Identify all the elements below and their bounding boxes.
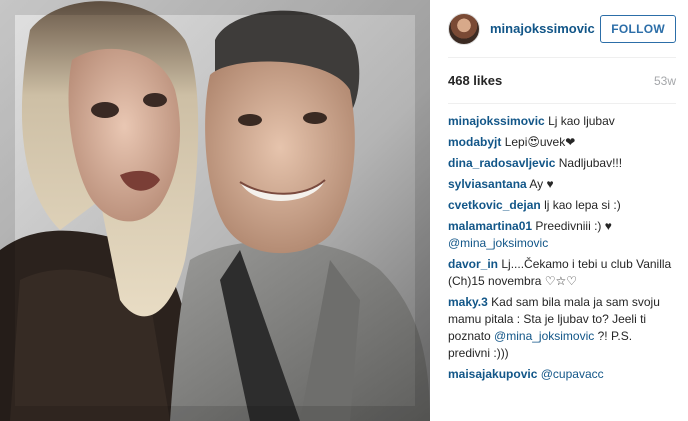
comment-item: maisajakupovic @cupavacc	[448, 366, 676, 383]
comment-username[interactable]: maisajakupovic	[448, 367, 537, 381]
comment-username[interactable]: cvetkovic_dejan	[448, 198, 541, 212]
comment-username[interactable]: maky.3	[448, 295, 488, 309]
comment-username[interactable]: minajokssimovic	[448, 114, 545, 128]
comment-text: Lj kao ljubav	[548, 114, 615, 128]
follow-button[interactable]: FOLLOW	[600, 14, 676, 43]
comment-username[interactable]: sylviasantana	[448, 177, 527, 191]
comment-item: minajokssimovic Lj kao ljubav	[448, 113, 676, 130]
comment-item: cvetkovic_dejan lj kao lepa si :)	[448, 197, 676, 214]
comment-text: lj kao lepa si :)	[544, 198, 621, 212]
comment-text: Nadljubav!!!	[558, 156, 623, 170]
comment-mention[interactable]: @mina_joksimovic	[494, 329, 594, 343]
comment-mention[interactable]: @mina_joksimovic	[448, 236, 548, 250]
post-header: minajokssimovic FOLLOW	[448, 0, 676, 58]
instagram-post: minajokssimovic FOLLOW 468 likes 53w min…	[0, 0, 688, 421]
comment-item: davor_in Lj....Čekamo i tebi u club Vani…	[448, 256, 676, 290]
comment-username[interactable]: malamartina01	[448, 219, 532, 233]
post-timestamp[interactable]: 53w	[654, 74, 676, 88]
comment-text: Ay ♥	[529, 177, 554, 191]
comment-username[interactable]: modabyjt	[448, 135, 501, 149]
selfie-image	[0, 0, 430, 421]
likes-count[interactable]: 468 likes	[448, 73, 502, 88]
comment-item: maky.3 Kad sam bila mala ja sam svoju ma…	[448, 294, 676, 362]
comment-item: sylviasantana Ay ♥	[448, 176, 676, 193]
comment-username[interactable]: dina_radosavljevic	[448, 156, 555, 170]
comment-text: Lepi😍uvek❤	[504, 135, 576, 149]
comment-text: Preedivniii :) ♥	[535, 219, 612, 233]
post-meta: 468 likes 53w	[448, 58, 676, 104]
comment-item: modabyjt Lepi😍uvek❤	[448, 134, 676, 151]
comment-mention[interactable]: @cupavacc	[541, 367, 604, 381]
avatar[interactable]	[448, 12, 480, 45]
post-photo[interactable]	[0, 0, 430, 421]
comments-list: minajokssimovic Lj kao ljubav modabyjt L…	[448, 104, 676, 383]
post-username[interactable]: minajokssimovic	[490, 21, 600, 36]
comment-username[interactable]: davor_in	[448, 257, 498, 271]
post-sidebar: minajokssimovic FOLLOW 468 likes 53w min…	[430, 0, 688, 421]
comment-item: malamartina01 Preedivniii :) ♥ @mina_jok…	[448, 218, 676, 252]
comment-item: dina_radosavljevic Nadljubav!!!	[448, 155, 676, 172]
